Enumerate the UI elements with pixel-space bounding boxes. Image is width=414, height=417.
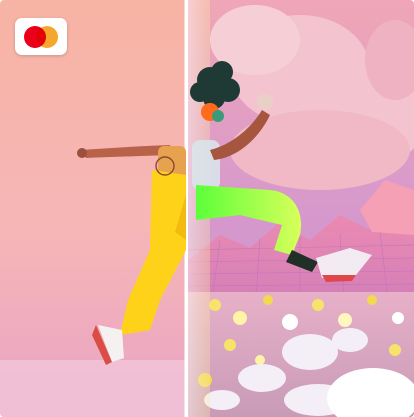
mastercard-logo-icon [24,25,58,48]
payment-brand-badge [15,18,67,55]
left-floor-glow [0,360,186,417]
promo-image-card[interactable] [0,0,414,417]
split-world-illustration [0,0,414,417]
mastercard-orange-circle [36,25,58,48]
clouds [210,5,414,190]
